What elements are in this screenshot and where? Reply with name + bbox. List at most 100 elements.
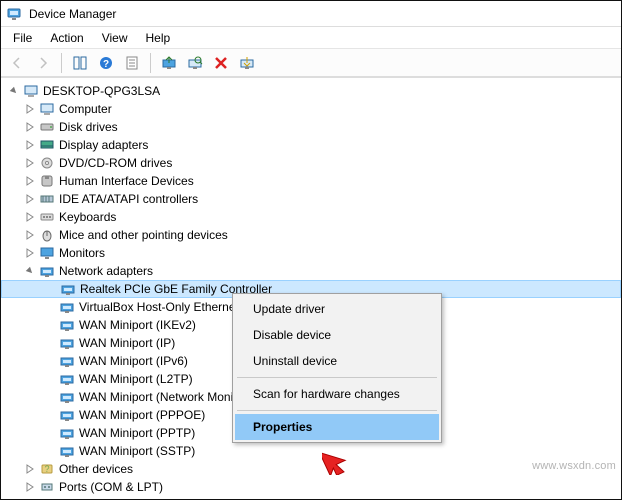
network-adapter-icon (59, 317, 75, 333)
tree-label: Keyboards (59, 210, 116, 224)
tree-device-label: WAN Miniport (PPPOE) (79, 408, 205, 422)
tree-label: Ports (COM & LPT) (59, 480, 163, 494)
toolbar: ? (1, 49, 621, 77)
context-menu: Update driver Disable device Uninstall d… (232, 293, 442, 443)
ports-icon (39, 479, 55, 495)
tree-node-network[interactable]: Network adapters (1, 262, 621, 280)
tree-node-disk-drives[interactable]: Disk drives (1, 118, 621, 136)
tree-node-display-adapters[interactable]: Display adapters (1, 136, 621, 154)
tree-label: Human Interface Devices (59, 174, 194, 188)
network-adapter-icon (59, 407, 75, 423)
tree-node-monitors[interactable]: Monitors (1, 244, 621, 262)
expand-icon[interactable] (23, 192, 37, 206)
expand-icon[interactable] (23, 138, 37, 152)
menu-action[interactable]: Action (42, 29, 91, 47)
tree-node-mice[interactable]: Mice and other pointing devices (1, 226, 621, 244)
tree-device-label: WAN Miniport (Network Monitor) (79, 390, 251, 404)
tree-device-label: WAN Miniport (IKEv2) (79, 318, 196, 332)
ctx-disable-device[interactable]: Disable device (235, 322, 439, 348)
tree-device-label: WAN Miniport (SSTP) (79, 444, 195, 458)
cursor-arrow-icon (322, 435, 358, 475)
keyboard-icon (39, 209, 55, 225)
expand-icon[interactable] (23, 210, 37, 224)
watermark: www.wsxdn.com (532, 460, 616, 472)
collapse-icon[interactable] (23, 264, 37, 278)
expand-icon[interactable] (23, 246, 37, 260)
ctx-separator (237, 377, 437, 378)
network-adapter-icon (59, 353, 75, 369)
tree-device-label: WAN Miniport (PPTP) (79, 426, 195, 440)
tree-node-hid[interactable]: Human Interface Devices (1, 172, 621, 190)
tree-device-label: WAN Miniport (L2TP) (79, 372, 193, 386)
menubar: File Action View Help (1, 27, 621, 49)
expand-icon[interactable] (23, 480, 37, 494)
mouse-icon (39, 227, 55, 243)
update-driver-button[interactable] (157, 51, 181, 75)
disable-button[interactable] (235, 51, 259, 75)
expand-icon[interactable] (23, 174, 37, 188)
tree-label: Monitors (59, 246, 105, 260)
tree-node-computer[interactable]: Computer (1, 100, 621, 118)
dvd-icon (39, 155, 55, 171)
back-button (5, 51, 29, 75)
expand-icon[interactable] (23, 156, 37, 170)
app-icon (7, 6, 23, 22)
network-icon (39, 263, 55, 279)
help-button[interactable]: ? (94, 51, 118, 75)
tree-label: Mice and other pointing devices (59, 228, 228, 242)
properties-button[interactable] (120, 51, 144, 75)
tree-label: IDE ATA/ATAPI controllers (59, 192, 198, 206)
ctx-scan-hardware[interactable]: Scan for hardware changes (235, 381, 439, 407)
network-adapter-icon (60, 281, 76, 297)
svg-text:?: ? (44, 464, 49, 474)
other-icon: ? (39, 461, 55, 477)
show-hide-tree-button[interactable] (68, 51, 92, 75)
network-adapter-icon (59, 425, 75, 441)
network-adapter-icon (59, 389, 75, 405)
tree-label: Disk drives (59, 120, 118, 134)
display-icon (39, 137, 55, 153)
tree-label: Network adapters (59, 264, 153, 278)
toolbar-separator (150, 53, 151, 73)
computer-icon (39, 101, 55, 117)
tree-node-ide[interactable]: IDE ATA/ATAPI controllers (1, 190, 621, 208)
ide-icon (39, 191, 55, 207)
menu-view[interactable]: View (94, 29, 136, 47)
tree-node-ports[interactable]: Ports (COM & LPT) (1, 478, 621, 496)
network-adapter-icon (59, 371, 75, 387)
tree-root[interactable]: DESKTOP-QPG3LSA (1, 82, 621, 100)
computer-icon (23, 83, 39, 99)
collapse-icon[interactable] (7, 84, 21, 98)
expand-icon[interactable] (23, 462, 37, 476)
tree-device-item[interactable]: WAN Miniport (SSTP) (1, 442, 621, 460)
tree-node-keyboards[interactable]: Keyboards (1, 208, 621, 226)
scan-hardware-button[interactable] (183, 51, 207, 75)
tree-label: DVD/CD-ROM drives (59, 156, 172, 170)
ctx-properties-label: Properties (253, 420, 312, 434)
tree-root-label: DESKTOP-QPG3LSA (43, 84, 160, 98)
tree-node-dvd[interactable]: DVD/CD-ROM drives (1, 154, 621, 172)
network-adapter-icon (59, 299, 75, 315)
tree-node-other[interactable]: ? Other devices (1, 460, 621, 478)
uninstall-button[interactable] (209, 51, 233, 75)
menu-help[interactable]: Help (138, 29, 179, 47)
ctx-separator (237, 410, 437, 411)
network-adapter-icon (59, 443, 75, 459)
expand-icon[interactable] (23, 102, 37, 116)
menu-file[interactable]: File (5, 29, 40, 47)
disk-icon (39, 119, 55, 135)
expand-icon[interactable] (23, 120, 37, 134)
tree-device-label: WAN Miniport (IP) (79, 336, 175, 350)
titlebar: Device Manager (1, 1, 621, 27)
ctx-update-driver[interactable]: Update driver (235, 296, 439, 322)
monitor-icon (39, 245, 55, 261)
toolbar-separator (61, 53, 62, 73)
network-adapter-icon (59, 335, 75, 351)
window-title: Device Manager (29, 7, 116, 21)
tree-device-label: WAN Miniport (IPv6) (79, 354, 188, 368)
tree-label: Display adapters (59, 138, 148, 152)
tree-label: Other devices (59, 462, 133, 476)
expand-icon[interactable] (23, 228, 37, 242)
ctx-uninstall-device[interactable]: Uninstall device (235, 348, 439, 374)
tree-label: Computer (59, 102, 112, 116)
